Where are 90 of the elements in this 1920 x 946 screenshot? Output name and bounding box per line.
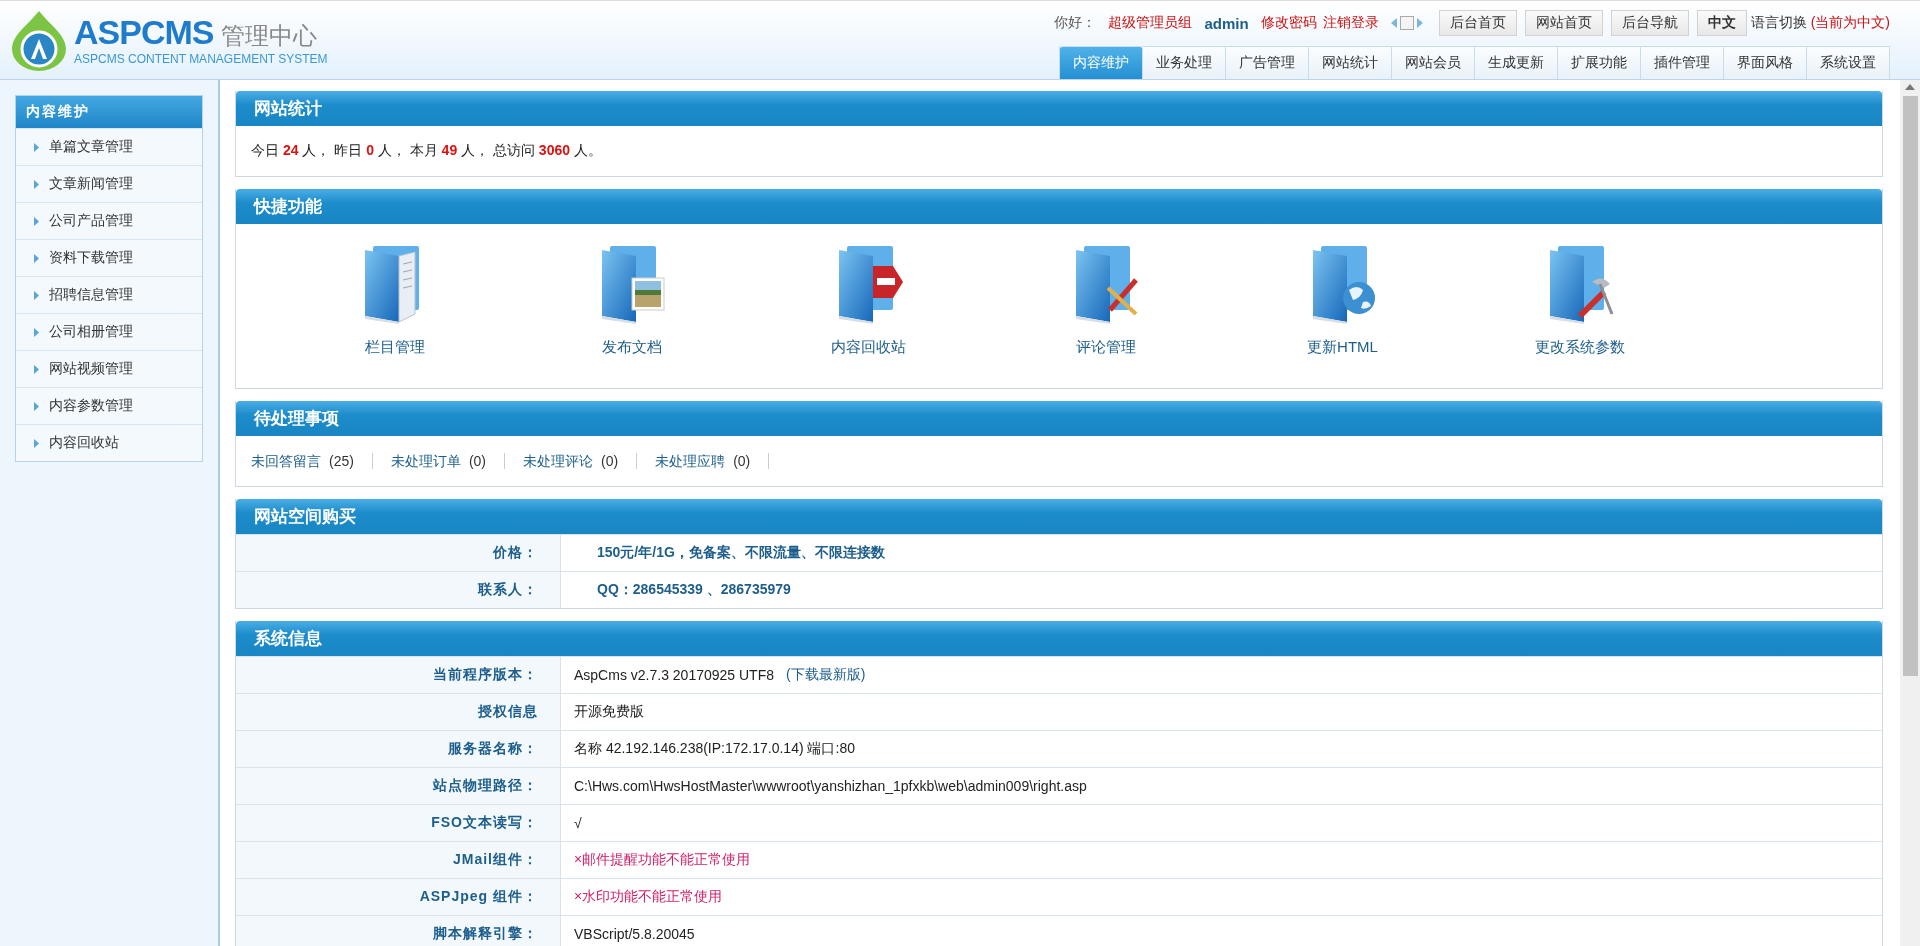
triangle-icon — [34, 327, 39, 337]
table-cell: FSO文本读写： — [236, 805, 561, 841]
pending-link[interactable]: 未处理订单 — [390, 453, 461, 469]
pending-count: (0) — [468, 453, 487, 469]
arrow-left-icon[interactable] — [1390, 18, 1397, 29]
square-icon[interactable] — [1399, 16, 1414, 31]
arrow-right-icon[interactable] — [1416, 18, 1423, 29]
panel-header: 快捷功能 — [236, 189, 1882, 224]
cell-value: C:\Hws.com\HwsHostMaster\wwwroot\yanshizhan_1pfxkb\web\admin009\right.asp — [574, 778, 1087, 794]
nav-tab[interactable]: 广告管理 — [1226, 45, 1309, 79]
quick-link[interactable]: 内容回收站 — [750, 244, 987, 368]
scrollbar[interactable] — [1900, 80, 1920, 946]
table-cell-text: QQ：286545339 、286735979 — [596, 580, 791, 599]
logo-title: ASPCMS — [74, 14, 214, 50]
table-cell: 价格： — [236, 535, 561, 571]
nav-tab[interactable]: 界面风格 — [1724, 45, 1807, 79]
table-cell: 站点物理路径： — [236, 768, 561, 804]
header-button[interactable]: 网站首页 — [1524, 10, 1603, 37]
pending-count: (0) — [733, 453, 751, 469]
cell-value: 名称 42.192.146.238(IP:172.17.0.14) 端口:80 — [574, 740, 855, 758]
sidebar-item[interactable]: 单篇文章管理 — [16, 128, 202, 165]
sidebar-item[interactable]: 内容回收站 — [16, 424, 202, 461]
user-link[interactable]: 修改密码 — [1260, 14, 1317, 33]
panel-header: 系统信息 — [236, 621, 1882, 656]
panel-header: 待处理事项 — [236, 401, 1882, 436]
quick-link[interactable]: 更新HTML — [1224, 244, 1461, 368]
pending-link[interactable]: 未回答留言 — [251, 453, 321, 469]
sidebar-item[interactable]: 公司相册管理 — [16, 313, 202, 350]
cell-value: ×水印功能不能正常使用 — [574, 888, 723, 906]
table-cell: 脚本解释引擎： — [236, 916, 561, 946]
table-cell: 当前程序版本： — [236, 657, 561, 693]
triangle-icon — [34, 216, 39, 226]
triangle-icon — [34, 179, 39, 189]
pending-count: (0) — [601, 453, 619, 469]
table-cell: 服务器名称： — [236, 731, 561, 767]
cell-value: 开源免费版 — [574, 703, 644, 721]
nav-tab[interactable]: 系统设置 — [1807, 45, 1890, 79]
nav-tab[interactable]: 生成更新 — [1475, 45, 1558, 79]
sidebar-item[interactable]: 内容参数管理 — [16, 387, 202, 424]
language-label: 语言切换 — [1750, 14, 1807, 33]
download-link[interactable]: (下载最新版) — [786, 666, 866, 684]
cell-value: √ — [574, 815, 582, 831]
quick-link[interactable]: 发布文档 — [513, 244, 750, 368]
scrollbar-thumb[interactable] — [1902, 96, 1918, 676]
user-link[interactable]: 注销登录 — [1322, 14, 1379, 33]
pending-link[interactable]: 未处理评论 — [523, 453, 594, 469]
user-role: 超级管理员组 — [1108, 14, 1193, 33]
table-cell: 授权信息 — [236, 694, 561, 730]
nav-tab[interactable]: 网站统计 — [1309, 45, 1392, 79]
triangle-icon — [34, 364, 39, 374]
table-cell: ASPJpeg 组件： — [236, 879, 561, 915]
triangle-icon — [34, 253, 39, 263]
nav-tab[interactable]: 插件管理 — [1641, 45, 1724, 79]
quick-link[interactable]: 评论管理 — [987, 244, 1224, 368]
language-current: (当前为中文) — [1810, 14, 1890, 33]
cell-value: ×邮件提醒功能不能正常使用 — [574, 851, 751, 869]
user-name: admin — [1204, 14, 1249, 32]
panel-header: 网站统计 — [236, 91, 1882, 126]
sidebar-item[interactable]: 招聘信息管理 — [16, 276, 202, 313]
header-button[interactable]: 后台首页 — [1438, 10, 1517, 37]
sidebar-item[interactable]: 公司产品管理 — [16, 202, 202, 239]
scroll-up-icon[interactable] — [1905, 84, 1915, 90]
logo-subtitle: ASPCMS CONTENT MANAGEMENT SYSTEM — [74, 52, 328, 66]
quick-link[interactable]: 更改系统参数 — [1461, 244, 1698, 368]
table-cell-text: 150元/年/1G，免备案、不限流量、不限连接数 — [596, 543, 885, 562]
sidebar-title: 内容维护 — [16, 96, 202, 128]
logo-icon — [10, 9, 68, 71]
pending-count: (25) — [329, 453, 354, 469]
table-cell: JMail组件： — [236, 842, 561, 878]
header-button[interactable]: 中文 — [1696, 10, 1747, 37]
triangle-icon — [34, 142, 39, 152]
cell-value: VBScript/5.8.20045 — [574, 926, 695, 942]
table-cell: 联系人： — [236, 572, 561, 608]
greeting-label: 你好： — [1054, 14, 1097, 33]
triangle-icon — [34, 401, 39, 411]
pending-link[interactable]: 未处理应聘 — [655, 453, 726, 469]
header-button[interactable]: 后台导航 — [1610, 10, 1689, 37]
triangle-icon — [34, 290, 39, 300]
logo-suffix: 管理中心 — [221, 21, 318, 51]
quick-link[interactable]: 栏目管理 — [276, 244, 513, 368]
nav-tab[interactable]: 扩展功能 — [1558, 45, 1641, 79]
sidebar-item[interactable]: 网站视频管理 — [16, 350, 202, 387]
nav-tab[interactable]: 网站会员 — [1392, 45, 1475, 79]
cell-value: AspCms v2.7.3 20170925 UTF8 — [574, 667, 774, 683]
nav-tab[interactable]: 业务处理 — [1143, 45, 1226, 79]
sidebar-item[interactable]: 资料下载管理 — [16, 239, 202, 276]
stats-text: 今日 24 人， 昨日 0 人， 本月 49 人， 总访问 3060 人。 — [251, 142, 602, 160]
panel-header: 网站空间购买 — [236, 499, 1882, 534]
triangle-icon — [34, 438, 39, 448]
sidebar-item[interactable]: 文章新闻管理 — [16, 165, 202, 202]
